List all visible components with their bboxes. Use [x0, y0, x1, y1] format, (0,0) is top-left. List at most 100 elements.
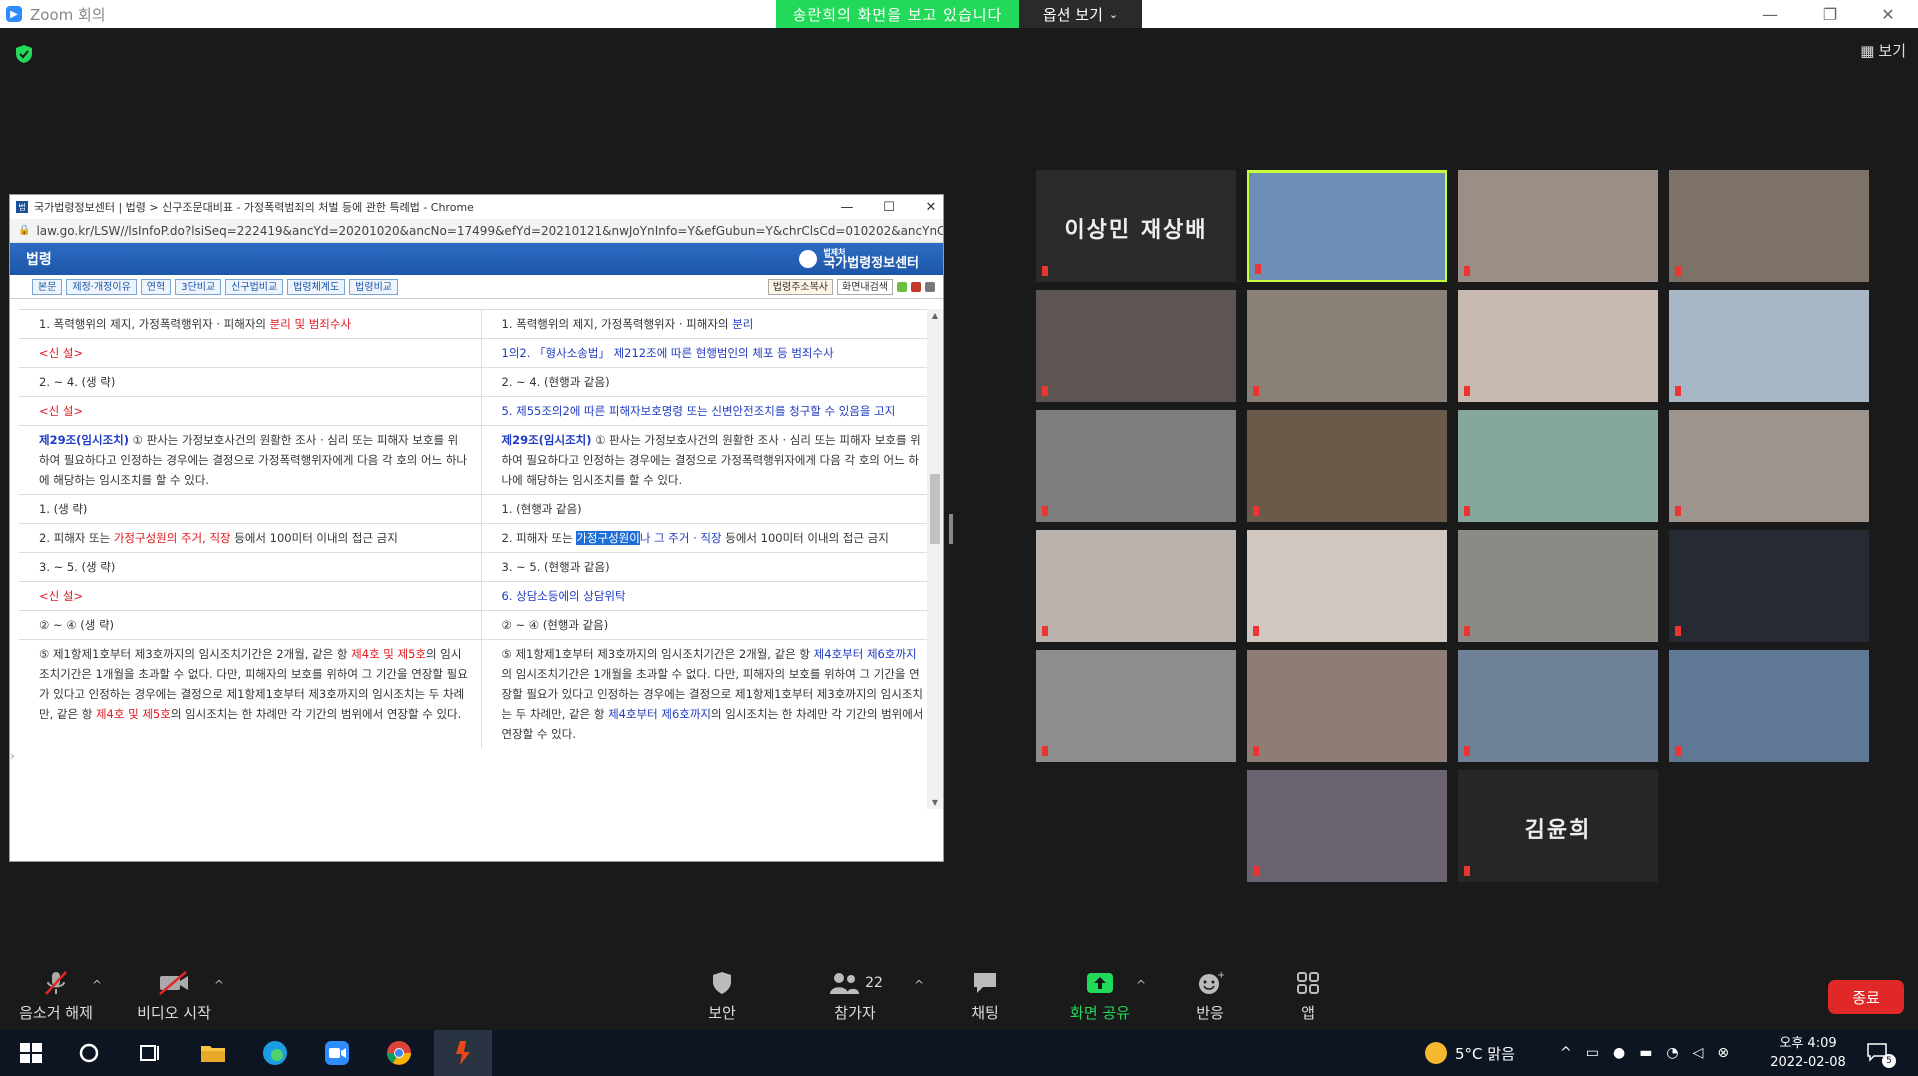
restore-icon[interactable]: ❐ — [1800, 0, 1860, 28]
save-icon[interactable] — [911, 282, 921, 292]
print-icon[interactable] — [925, 282, 935, 292]
table-row: 1. 폭력행위의 제지, 가정폭력행위자 · 피해자의 분리 및 범죄수사 1. … — [19, 309, 939, 339]
participant-video-tile[interactable] — [1247, 770, 1447, 882]
end-meeting-button[interactable]: 종료 — [1828, 980, 1904, 1014]
system-clock[interactable]: 오후 4:09 2022-02-08 — [1768, 1034, 1848, 1072]
article-heading: 제29조(임시조치) — [39, 433, 129, 447]
reactions-button[interactable]: + 반응 — [1185, 970, 1235, 1023]
chat-button[interactable]: 채팅 — [960, 970, 1010, 1023]
participant-video-tile[interactable] — [1036, 530, 1236, 642]
participants-button[interactable]: 22 참가자 — [820, 970, 890, 1023]
table-row: <신 설> 6. 상담소등에의 상담위탁 — [19, 581, 939, 611]
meet-now-icon[interactable]: ▭ — [1586, 1045, 1599, 1061]
participant-video-tile[interactable] — [1669, 410, 1869, 522]
tab-three-way-compare[interactable]: 3단비교 — [175, 278, 222, 295]
participant-video-tile[interactable] — [1036, 650, 1236, 762]
video-options-caret-icon[interactable]: ^ — [214, 978, 224, 992]
share-options-caret-icon[interactable]: ^ — [1136, 978, 1146, 992]
close-icon[interactable]: ✕ — [1858, 0, 1918, 28]
scrollbar-thumb[interactable] — [930, 474, 940, 544]
chrome-close-icon[interactable]: ✕ — [910, 195, 952, 219]
tray-mic-icon[interactable]: ● — [1613, 1045, 1625, 1061]
participant-video-tile[interactable] — [1458, 530, 1658, 642]
participant-video-tile[interactable] — [1669, 650, 1869, 762]
in-page-search-button[interactable]: 화면내검색 — [837, 279, 893, 295]
law-text: ⑤ 제1항제1호부터 제3호까지의 임시조치기간은 2개월, 같은 항 — [501, 647, 814, 661]
table-row: 2. ~ 4. (생 략) 2. ~ 4. (현행과 같음) — [19, 367, 939, 397]
participant-video-tile[interactable] — [1247, 530, 1447, 642]
tab-revision-reason[interactable]: 제정·개정이유 — [66, 278, 137, 295]
muted-mic-icon — [1253, 746, 1259, 756]
scroll-up-icon[interactable]: ▲ — [930, 311, 940, 320]
windows-start-icon[interactable] — [16, 1038, 46, 1068]
encryption-shield-icon[interactable] — [14, 44, 34, 64]
split-view-divider[interactable] — [949, 514, 953, 544]
new-law-cell: 1. (현행과 같음) — [481, 494, 939, 524]
zoom-taskbar-icon[interactable] — [322, 1038, 352, 1068]
participant-video-tile[interactable] — [1669, 530, 1869, 642]
participant-video-tile[interactable]: 이상민 재상배 — [1036, 170, 1236, 282]
scroll-down-icon[interactable]: ▼ — [930, 798, 940, 807]
new-law-cell: 제29조(임시조치) ① 판사는 가정보호사건의 원활한 조사 · 심리 또는 … — [481, 425, 939, 495]
security-button[interactable]: 보안 — [692, 970, 752, 1023]
tray-close-icon[interactable]: ⊗ — [1717, 1045, 1729, 1061]
tab-law-compare[interactable]: 법령비교 — [349, 278, 398, 295]
added-text: 6. 상담소등에의 상담위탁 — [501, 589, 626, 603]
old-law-cell: 2. ~ 4. (생 략) — [19, 367, 482, 397]
tab-history[interactable]: 연혁 — [140, 278, 172, 295]
view-options-button[interactable]: 옵션 보기 ⌄ — [1019, 0, 1142, 28]
file-explorer-icon[interactable] — [198, 1038, 228, 1068]
audio-options-caret-icon[interactable]: ^ — [92, 978, 102, 992]
law-text: 2. 피해자 또는 — [501, 531, 577, 545]
tray-chevron-icon[interactable]: ^ — [1560, 1045, 1572, 1061]
chrome-taskbar-icon[interactable] — [384, 1038, 414, 1068]
chrome-maximize-icon[interactable]: ☐ — [868, 195, 910, 219]
participant-video-tile[interactable] — [1458, 290, 1658, 402]
pinned-app-icon[interactable] — [448, 1038, 478, 1068]
start-video-button[interactable]: 비디오 시작 — [134, 970, 214, 1023]
law-text: ⑤ 제1항제1호부터 제3호까지의 임시조치기간은 2개월, 같은 항 — [39, 647, 352, 661]
gallery-view-button[interactable]: ▦ 보기 — [1860, 40, 1906, 61]
chrome-minimize-icon[interactable]: — — [826, 195, 868, 219]
tab-law-structure[interactable]: 법령체계도 — [287, 278, 346, 295]
law-center-logo[interactable]: 법제처 국가법령정보센터 — [799, 248, 919, 270]
participant-video-tile[interactable] — [1247, 170, 1447, 282]
weather-widget[interactable]: 5°C 맑음 — [1425, 1030, 1515, 1076]
side-panel-toggle-icon[interactable]: › — [10, 749, 24, 779]
participant-video-tile[interactable] — [1669, 290, 1869, 402]
participant-video-tile[interactable] — [1669, 170, 1869, 282]
participant-video-tile[interactable] — [1036, 290, 1236, 402]
address-bar[interactable]: 🔒 law.go.kr/LSW//lsInfoP.do?lsiSeq=22241… — [10, 219, 943, 243]
muted-mic-icon — [1464, 866, 1470, 876]
participant-video-tile[interactable] — [1458, 650, 1658, 762]
unmute-button[interactable]: 음소거 해제 — [16, 970, 96, 1023]
edge-browser-icon[interactable] — [260, 1038, 290, 1068]
participant-video-tile[interactable] — [1458, 170, 1658, 282]
volume-icon[interactable]: ◁ — [1693, 1045, 1704, 1061]
task-view-icon[interactable] — [134, 1038, 164, 1068]
participant-video-tile[interactable] — [1247, 290, 1447, 402]
law-text: 1. (현행과 같음) — [501, 502, 582, 516]
copy-law-address-button[interactable]: 법령주소복사 — [767, 279, 833, 295]
changed-text: 제4호 및 제5호 — [351, 647, 427, 661]
participant-video-tile[interactable] — [1458, 410, 1658, 522]
address-url: law.go.kr/LSW//lsInfoP.do?lsiSeq=222419&… — [36, 223, 943, 238]
participant-video-tile[interactable] — [1247, 410, 1447, 522]
wifi-icon[interactable]: ◔ — [1666, 1045, 1678, 1061]
tab-main-text[interactable]: 본문 — [32, 278, 63, 295]
apps-button[interactable]: 앱 — [1283, 970, 1333, 1023]
minimize-icon[interactable]: — — [1740, 0, 1800, 28]
plus-icon[interactable] — [897, 282, 907, 292]
battery-icon[interactable]: ▬ — [1639, 1045, 1652, 1061]
search-icon[interactable] — [74, 1038, 104, 1068]
security-label: 보안 — [708, 1004, 736, 1022]
share-screen-button[interactable]: 화면 공유 — [1060, 970, 1140, 1023]
participant-video-tile[interactable] — [1247, 650, 1447, 762]
participant-video-tile[interactable] — [1036, 410, 1236, 522]
notification-center-icon[interactable]: 5 — [1866, 1042, 1896, 1068]
participant-video-tile[interactable]: 김윤희 — [1458, 770, 1658, 882]
vertical-scrollbar[interactable]: ▲ ▼ — [927, 309, 943, 809]
muted-mic-icon — [1042, 506, 1048, 516]
tab-old-new-compare[interactable]: 신구법비교 — [225, 278, 284, 295]
participants-caret-icon[interactable]: ^ — [914, 978, 924, 992]
